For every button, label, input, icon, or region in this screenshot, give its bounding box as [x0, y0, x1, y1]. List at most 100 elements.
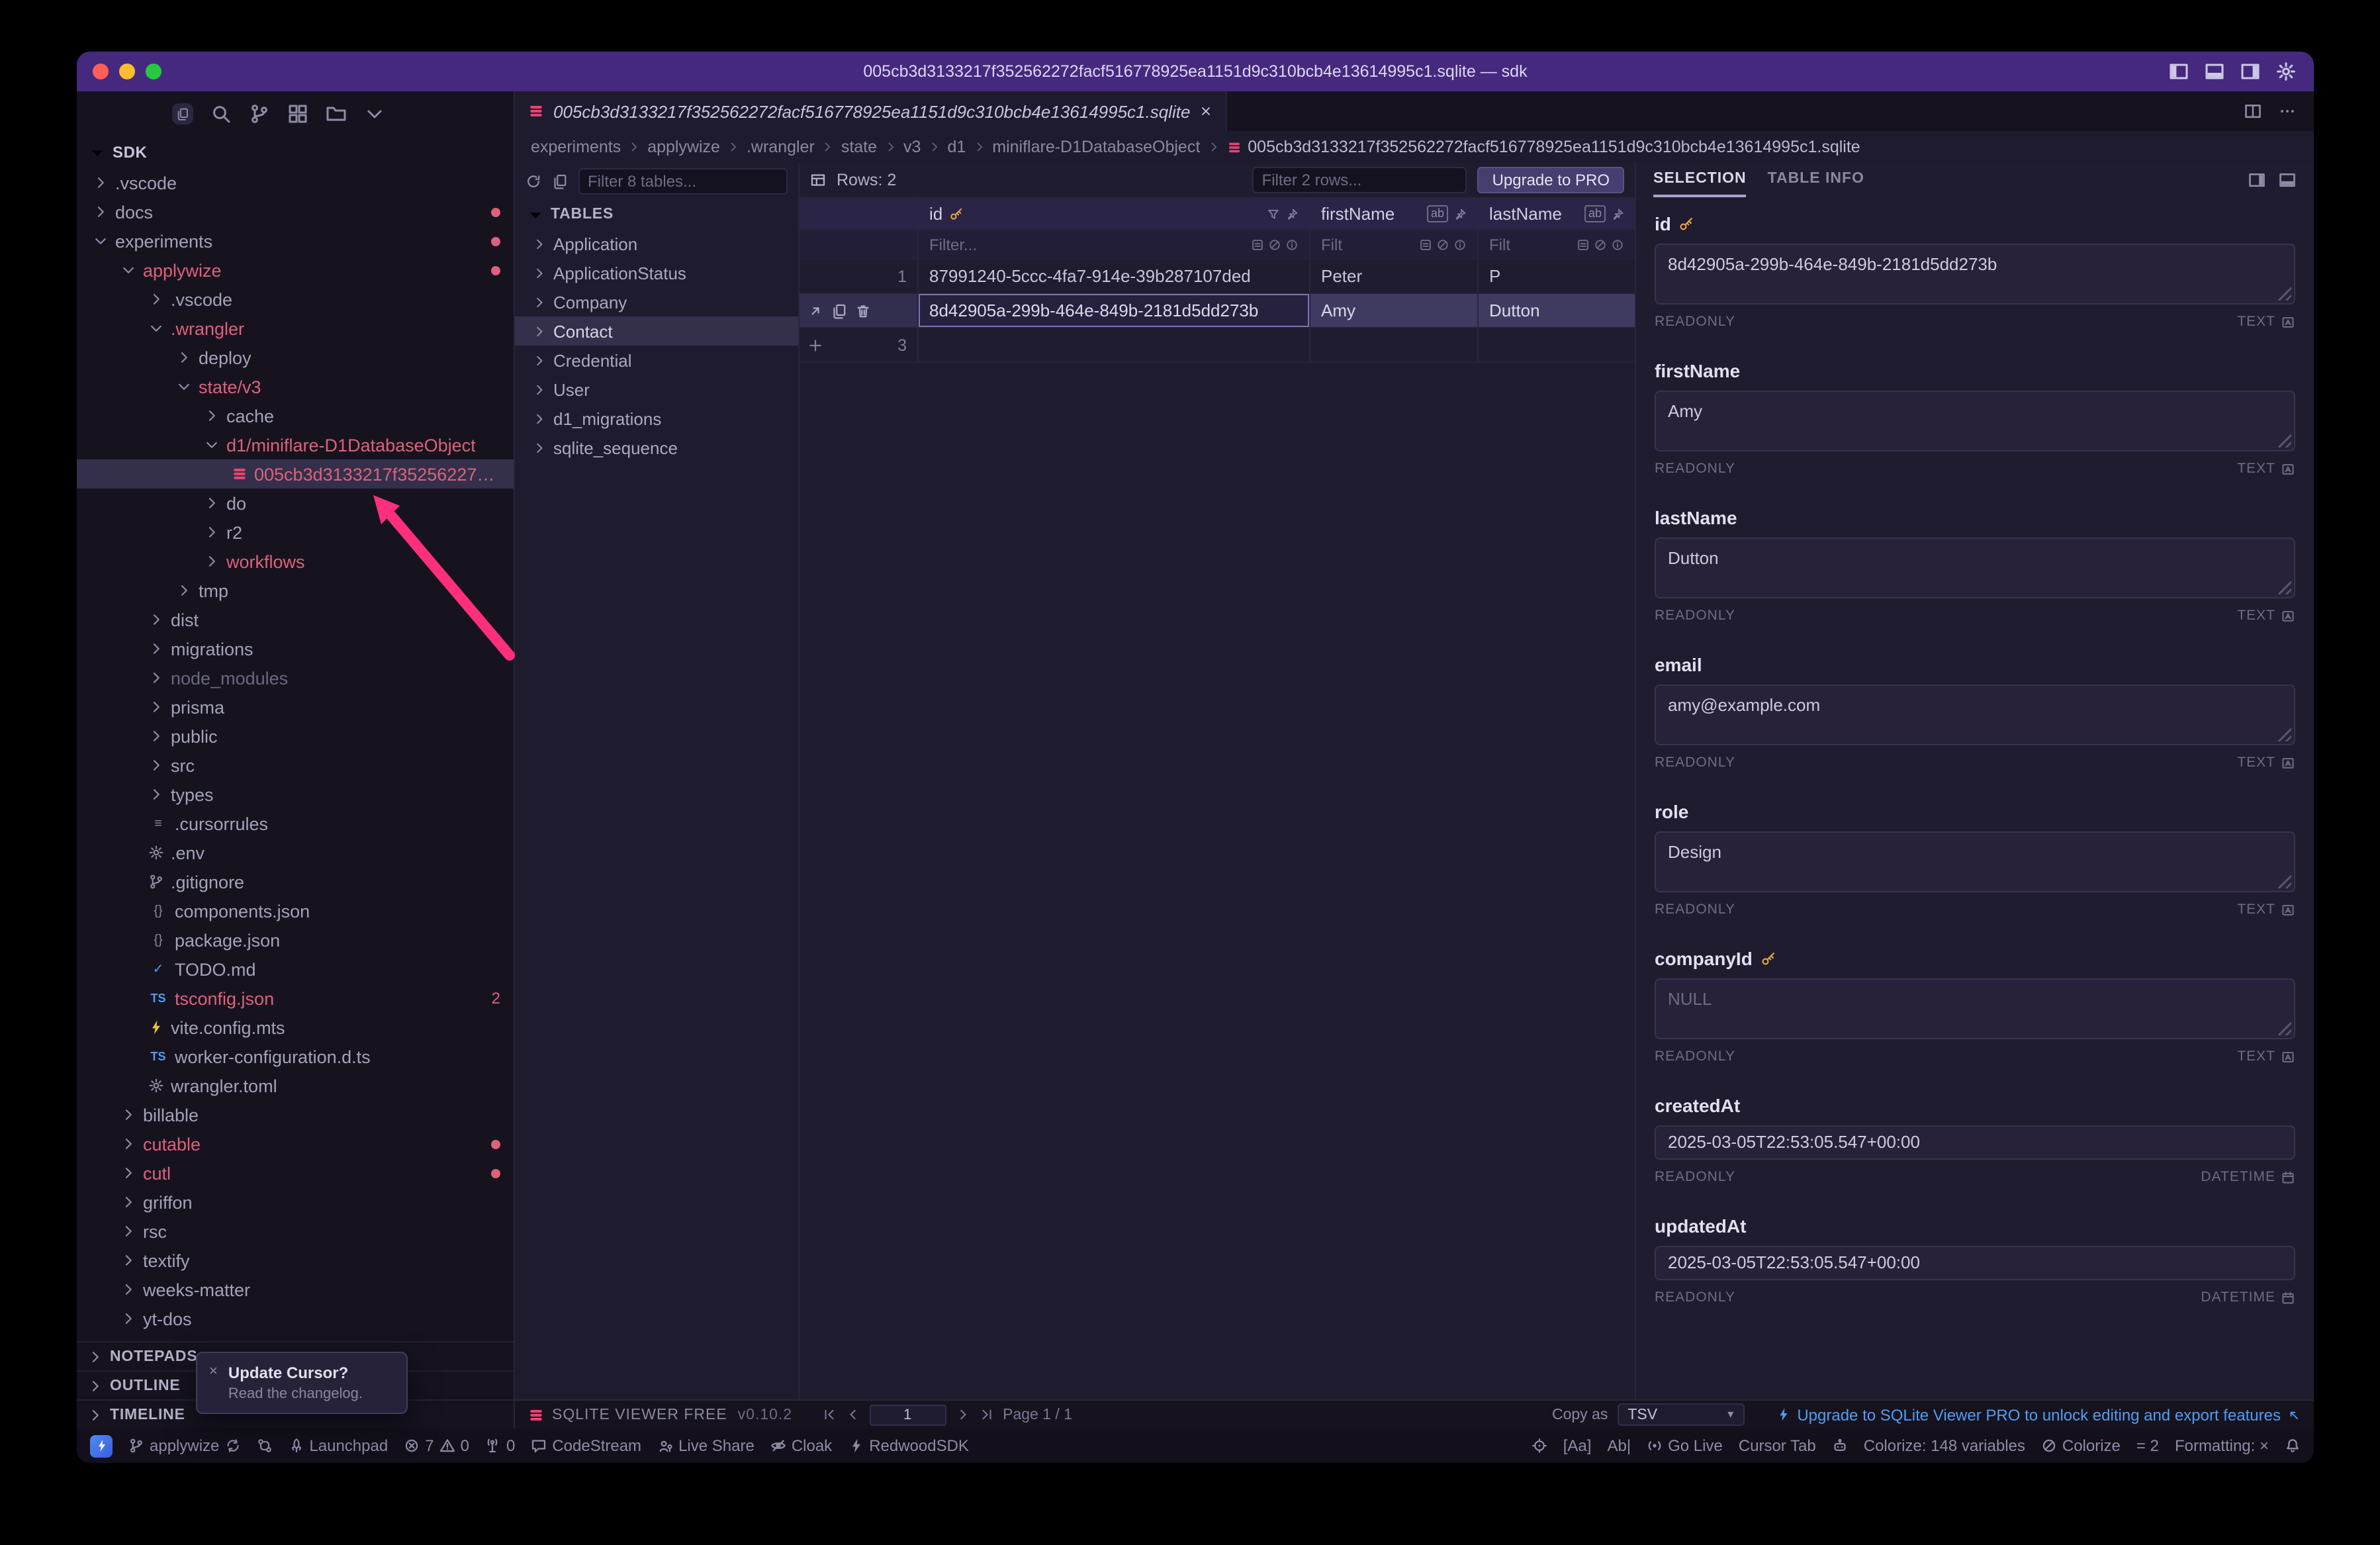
status-problems[interactable]: 70 [404, 1436, 469, 1455]
breadcrumb-item[interactable]: applywize [647, 138, 720, 156]
data-cell[interactable]: 8d42905a-299b-464e-849b-2181d5dd273b [919, 294, 1310, 327]
tree-item[interactable]: src [77, 751, 514, 780]
field-value[interactable]: amy@example.com [1655, 684, 2295, 745]
data-cell[interactable]: 87991240-5ccc-4fa7-914e-39b287107ded [919, 259, 1310, 293]
tree-item[interactable]: node_modules [77, 663, 514, 692]
prev-page-icon[interactable] [845, 1407, 860, 1422]
field-value[interactable]: 2025-03-05T22:53:05.547+00:00 [1655, 1246, 2295, 1280]
filter-mode-icon[interactable] [1419, 238, 1432, 251]
status-ports[interactable]: 0 [485, 1436, 515, 1455]
tree-item[interactable]: do [77, 489, 514, 518]
details-tab-selection[interactable]: SELECTION [1653, 163, 1747, 197]
status-git-compare[interactable] [256, 1438, 272, 1454]
explorer-section-header[interactable]: SDK [77, 136, 514, 168]
tree-item[interactable]: migrations [77, 634, 514, 663]
tree-item[interactable]: docs [77, 197, 514, 226]
data-cell[interactable]: Peter [1310, 259, 1479, 293]
table-row[interactable]: 8d42905a-299b-464e-849b-2181d5dd273bAmyD… [800, 294, 1635, 328]
breadcrumb-item[interactable]: d1 [947, 138, 966, 156]
toggle-panel-bottom-icon[interactable] [2278, 171, 2297, 189]
status-cursor-tab[interactable]: Cursor Tab [1739, 1436, 1816, 1455]
toggle-secondary-sidebar-icon[interactable] [2240, 61, 2261, 82]
status-colorize[interactable]: Colorize [2041, 1436, 2121, 1455]
field-value[interactable]: Amy [1655, 391, 2295, 451]
tree-item[interactable]: tmp [77, 576, 514, 605]
copy-icon[interactable] [552, 173, 568, 189]
column-filter[interactable]: Filter... [919, 230, 1310, 258]
table-item[interactable]: sqlite_sequence [515, 433, 798, 462]
next-page-icon[interactable] [955, 1407, 970, 1422]
tree-item[interactable]: cutable [77, 1129, 514, 1158]
field-value[interactable]: Dutton [1655, 538, 2295, 598]
notification-body[interactable]: Read the changelog. [228, 1386, 363, 1402]
folders-icon[interactable] [326, 103, 347, 124]
table-item[interactable]: Credential [515, 346, 798, 375]
copy-format-select[interactable]: TSV ▾ [1617, 1403, 1744, 1426]
status-copilot[interactable] [1832, 1438, 1848, 1454]
explorer-icon[interactable] [172, 103, 193, 124]
tree-item[interactable]: .vscode [77, 168, 514, 197]
upgrade-pro-link[interactable]: Upgrade to SQLite Viewer PRO to unlock e… [1776, 1405, 2301, 1424]
breadcrumb-item[interactable]: .wrangler [747, 138, 815, 156]
tree-item[interactable]: applywize [77, 256, 514, 285]
tree-item[interactable]: types [77, 780, 514, 809]
tree-item[interactable]: weeks-matter [77, 1275, 514, 1304]
toggle-sidebar-icon[interactable] [2168, 61, 2189, 82]
status-cursor-badge[interactable] [90, 1434, 113, 1457]
field-value[interactable]: NULL [1655, 978, 2295, 1039]
pin-column-icon[interactable] [1285, 207, 1299, 220]
tree-item[interactable]: TStsconfig.json2 [77, 984, 514, 1013]
tree-item[interactable]: {}package.json [77, 925, 514, 955]
pin-column-icon[interactable] [1453, 207, 1467, 220]
editor-tab[interactable]: 005cb3d3133217f352562272facf516778925ea1… [515, 91, 1227, 131]
status-git-branch[interactable]: applywize [128, 1436, 240, 1455]
filter-info-icon[interactable] [1453, 238, 1467, 251]
tree-item[interactable]: vite.config.mts [77, 1013, 514, 1042]
close-window-button[interactable] [93, 64, 109, 79]
rows-filter-input[interactable] [1253, 167, 1467, 193]
first-page-icon[interactable] [821, 1407, 836, 1422]
split-editor-icon[interactable] [2244, 102, 2262, 120]
breadcrumb-item[interactable]: 005cb3d3133217f352562272facf516778925ea1… [1226, 138, 1860, 156]
table-row[interactable]: 187991240-5ccc-4fa7-914e-39b287107dedPet… [800, 259, 1635, 294]
tree-item[interactable]: public [77, 722, 514, 751]
details-tab-table-info[interactable]: TABLE INFO [1768, 163, 1864, 197]
tree-item[interactable]: rsc [77, 1217, 514, 1246]
filter-exclude-icon[interactable] [1436, 238, 1449, 251]
table-item[interactable]: d1_migrations [515, 404, 798, 433]
add-row-icon[interactable] [807, 337, 823, 353]
table-item[interactable]: Company [515, 287, 798, 316]
more-views-icon[interactable] [364, 103, 385, 124]
tables-filter-input[interactable] [578, 168, 788, 195]
filter-mode-icon[interactable] [1251, 238, 1264, 251]
tree-item[interactable]: experiments [77, 226, 514, 256]
tree-item[interactable]: ✓TODO.md [77, 955, 514, 984]
table-item[interactable]: Contact [515, 316, 798, 346]
tree-item[interactable]: workflows [77, 547, 514, 576]
tables-section-header[interactable]: TABLES [515, 200, 798, 229]
tree-item[interactable]: dist [77, 605, 514, 634]
tree-item[interactable]: yt-dos [77, 1304, 514, 1333]
filter-icon[interactable] [1267, 207, 1280, 220]
filter-exclude-icon[interactable] [1594, 238, 1607, 251]
filter-info-icon[interactable] [1611, 238, 1624, 251]
tree-item[interactable]: state/v3 [77, 372, 514, 401]
filter-mode-icon[interactable] [1577, 238, 1590, 251]
status-formatting[interactable]: Formatting: × [2175, 1436, 2269, 1455]
table-icon[interactable] [810, 172, 826, 188]
zoom-window-button[interactable] [146, 64, 161, 79]
settings-gear-icon[interactable] [2275, 61, 2297, 82]
cursor-badge[interactable] [90, 1434, 113, 1457]
column-header[interactable]: lastNameab [1479, 199, 1636, 229]
tree-item[interactable]: ≡.cursorrules [77, 809, 514, 838]
status-spaces[interactable]: = 2 [2136, 1436, 2159, 1455]
tree-item[interactable]: .vscode [77, 285, 514, 314]
breadcrumb-item[interactable]: experiments [531, 138, 621, 156]
table-item[interactable]: Application [515, 229, 798, 258]
close-tab-icon[interactable] [1199, 105, 1213, 118]
minimize-window-button[interactable] [119, 64, 135, 79]
expand-row-icon[interactable] [807, 303, 823, 318]
toggle-panel-icon[interactable] [2204, 61, 2225, 82]
status-redwoodsdk[interactable]: RedwoodSDK [848, 1436, 969, 1455]
tree-item[interactable]: 005cb3d3133217f352562272... [77, 459, 514, 489]
